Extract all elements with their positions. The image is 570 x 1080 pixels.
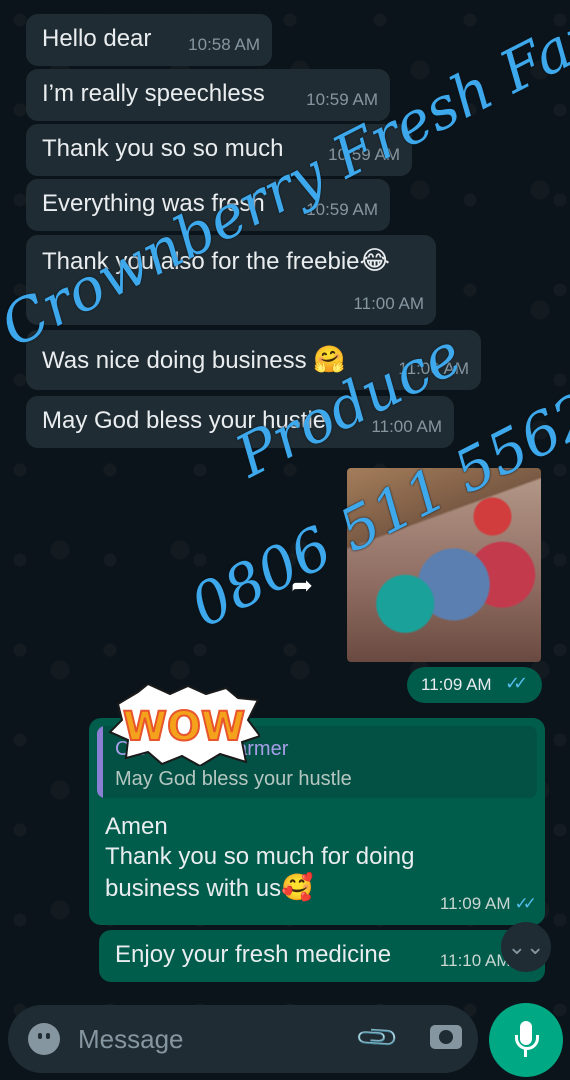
voice-record-button[interactable] <box>489 1003 563 1077</box>
message-text-body: Was nice doing business <box>42 347 307 374</box>
message-composer[interactable]: Message 📎 <box>8 1005 478 1073</box>
laughing-emoji-icon: 😂 <box>359 245 390 275</box>
message-text: Everything was fresh <box>42 190 265 217</box>
message-time: 10:59 AM <box>328 145 400 164</box>
mic-stand <box>515 1035 539 1050</box>
double-check-icon: ✓✓ <box>505 673 528 693</box>
message-text: Enjoy your fresh medicine <box>115 941 392 968</box>
hugging-emoji-icon: 🤗 <box>313 344 346 374</box>
reply-line-text: business with us <box>105 875 282 902</box>
message-time: 10:59 AM <box>306 90 378 109</box>
smiling-hearts-emoji-icon: 🥰 <box>281 872 314 902</box>
incoming-message[interactable]: Was nice doing business 🤗 11:00 AM <box>26 330 481 390</box>
mic-stem <box>524 1049 527 1057</box>
reply-line: Amen <box>105 813 168 840</box>
incoming-message[interactable]: Hello dear 10:58 AM <box>26 14 272 66</box>
incoming-message[interactable]: I’m really speechless 10:59 AM <box>26 69 390 121</box>
camera-icon[interactable] <box>430 1025 462 1049</box>
message-time: 10:59 AM <box>306 200 378 219</box>
message-time-wrap: 11:09 AM ✓✓ <box>439 889 537 919</box>
reply-line: Thank you so much for doing <box>105 843 415 870</box>
wow-sticker: WOW <box>108 684 260 766</box>
reply-line: business with us🥰 <box>105 872 415 904</box>
message-time: 10:58 AM <box>188 35 260 54</box>
attach-icon[interactable]: 📎 <box>353 1014 401 1062</box>
incoming-message[interactable]: Thank you so so much 10:59 AM <box>26 124 412 176</box>
incoming-message[interactable]: Everything was fresh 10:59 AM <box>26 179 390 231</box>
outgoing-message[interactable]: Enjoy your fresh medicine 11:10 AM✓✓ <box>99 930 545 982</box>
message-time: 11:00 AM <box>371 417 442 436</box>
incoming-message[interactable]: Thank you also for the freebie😂 11:00 AM <box>26 235 436 325</box>
image-thumbnail[interactable] <box>347 468 541 662</box>
sticker-text: WOW <box>123 704 245 750</box>
message-time: 11:10 AM <box>439 951 511 970</box>
message-time: 11:09 AM <box>421 675 492 694</box>
message-text: Was nice doing business 🤗 <box>42 344 346 376</box>
emoji-icon[interactable] <box>28 1023 60 1055</box>
message-text: I’m really speechless <box>42 80 265 107</box>
incoming-message[interactable]: May God bless your hustle 11:00 AM <box>26 396 454 448</box>
reply-body: Amen Thank you so much for doing busines… <box>105 812 415 904</box>
image-message-meta: 11:09 AM ✓✓ <box>407 667 542 703</box>
double-check-icon: ✓✓ <box>514 894 537 913</box>
double-chevron-down-icon: ⌄⌄ <box>507 934 545 959</box>
quoted-text: May God bless your hustle <box>115 768 352 790</box>
message-time: 11:00 AM <box>353 294 424 313</box>
message-text: Thank you so so much <box>42 135 284 162</box>
quote-accent-bar <box>97 726 103 798</box>
message-time: 11:00 AM <box>398 359 469 378</box>
message-text: May God bless your hustle <box>42 407 327 434</box>
message-text: Hello dear <box>42 25 152 52</box>
forward-icon[interactable]: ➦ <box>285 568 319 602</box>
message-text-body: Thank you also for the freebie <box>42 248 360 275</box>
scroll-to-bottom-button[interactable]: ⌄⌄ <box>501 922 551 972</box>
message-text: Thank you also for the freebie😂 <box>42 245 390 277</box>
message-time: 11:09 AM <box>439 894 511 913</box>
message-input[interactable]: Message <box>78 1024 184 1055</box>
